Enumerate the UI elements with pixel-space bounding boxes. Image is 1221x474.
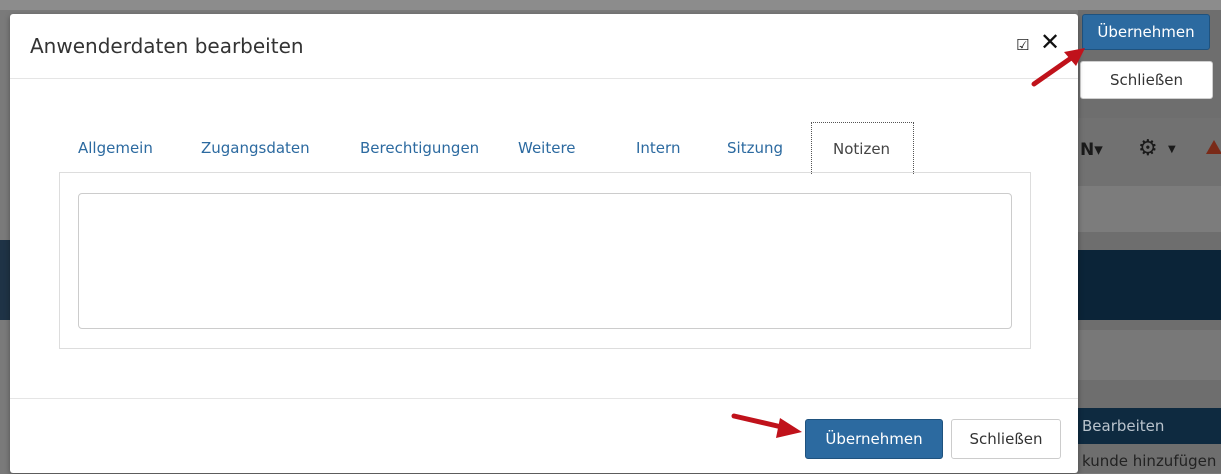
language-menu: N▾ — [1080, 140, 1103, 160]
tab-notizen[interactable]: Notizen — [811, 122, 914, 174]
checkbox-edit-icon[interactable]: ☑ — [1016, 36, 1029, 54]
background-add-item: kunde hinzufügen — [1082, 452, 1217, 470]
tab-weitere[interactable]: Weitere — [518, 122, 576, 172]
apply-button[interactable]: Übernehmen — [805, 419, 943, 459]
tab-intern[interactable]: Intern — [636, 122, 680, 172]
notes-textarea[interactable] — [78, 193, 1012, 329]
top-close-button[interactable]: Schließen — [1080, 61, 1213, 99]
background-band — [1078, 186, 1221, 232]
background-menubar: N▾ ⚙ ▼ — [1078, 118, 1221, 186]
annotation-arrow-top — [1031, 48, 1085, 87]
dialog-title: Anwenderdaten bearbeiten — [30, 34, 304, 58]
background-topbar — [0, 0, 1221, 10]
background-navy-block — [1078, 250, 1221, 320]
notes-panel — [59, 172, 1031, 349]
background-band-lower — [1078, 330, 1221, 380]
top-apply-button[interactable]: Übernehmen — [1082, 14, 1210, 50]
tab-zugangsdaten[interactable]: Zugangsdaten — [201, 122, 310, 172]
background-edit-item: Bearbeiten — [1078, 408, 1221, 444]
tab-berechtigungen[interactable]: Berechtigungen — [360, 122, 479, 172]
warning-icon — [1206, 140, 1221, 154]
dialog-header: Anwenderdaten bearbeiten ☑ ✕ — [10, 14, 1078, 79]
edit-user-dialog: Anwenderdaten bearbeiten ☑ ✕ Allgemein Z… — [10, 14, 1078, 473]
dialog-footer: Übernehmen Schließen — [10, 398, 1078, 474]
background-left-strip — [0, 240, 10, 320]
annotation-arrow-bottom — [731, 413, 802, 438]
gear-icon: ⚙ — [1138, 136, 1158, 161]
close-button[interactable]: Schließen — [951, 419, 1061, 459]
tab-allgemein[interactable]: Allgemein — [78, 122, 153, 172]
tab-sitzung[interactable]: Sitzung — [727, 122, 783, 172]
chevron-down-icon: ▼ — [1168, 144, 1176, 155]
